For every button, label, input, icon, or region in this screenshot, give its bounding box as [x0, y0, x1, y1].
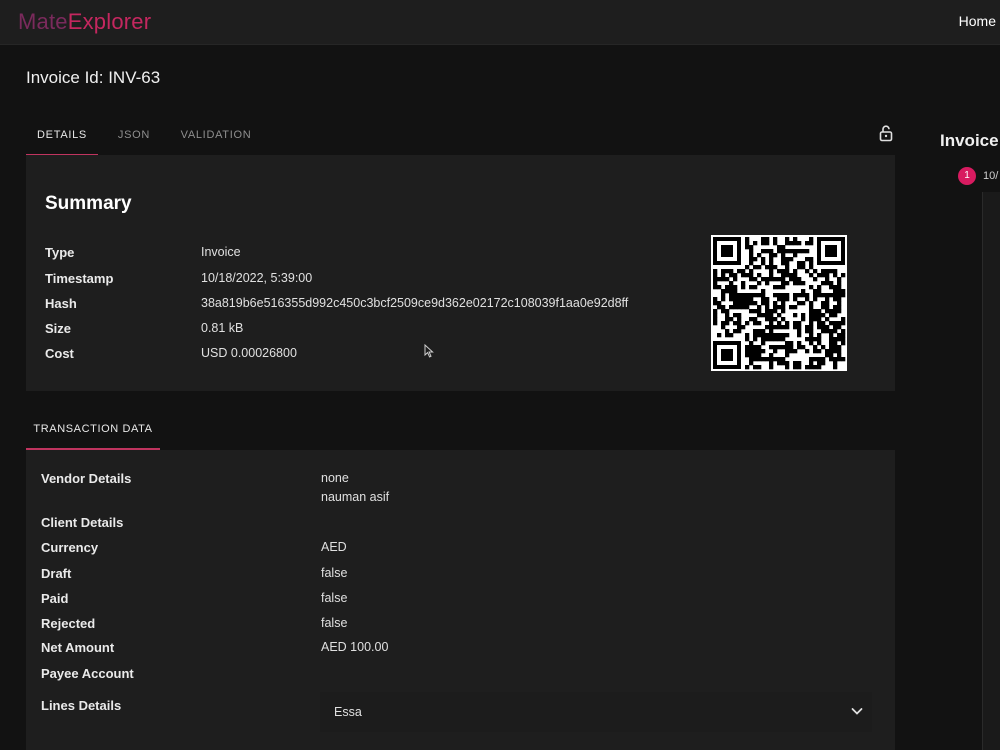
- qr-code: [711, 235, 847, 371]
- tx-key-draft: Draft: [41, 566, 72, 581]
- transaction-panel: Vendor Details none nauman asif Client D…: [26, 450, 895, 750]
- tab-transaction-data[interactable]: TRANSACTION DATA: [26, 412, 160, 450]
- summary-key-size: Size: [45, 321, 72, 336]
- summary-value-cost: USD 0.00026800: [201, 346, 297, 360]
- tx-value-currency: AED: [321, 540, 347, 554]
- logo-part-1: Mate: [18, 9, 68, 34]
- step-text: 10/: [983, 170, 999, 182]
- summary-panel: Summary Type Invoice Timestamp 10/18/202…: [26, 155, 895, 391]
- tx-key-client-details: Client Details: [41, 515, 124, 530]
- right-panel-body: [982, 192, 1000, 750]
- summary-key-hash: Hash: [45, 296, 77, 311]
- tab-json[interactable]: JSON: [114, 118, 154, 154]
- cursor-icon: [424, 343, 434, 363]
- summary-value-timestamp: 10/18/2022, 5:39:00: [201, 271, 313, 285]
- nav-home-link[interactable]: Home: [959, 13, 996, 29]
- lock-icon[interactable]: [877, 124, 895, 142]
- summary-title: Summary: [45, 193, 132, 214]
- summary-key-cost: Cost: [45, 346, 74, 361]
- top-bar: MateExplorer Home: [0, 0, 1000, 45]
- summary-value-type: Invoice: [201, 245, 241, 259]
- tx-value-paid: false: [321, 591, 348, 605]
- summary-value-size: 0.81 kB: [201, 321, 244, 335]
- logo-part-2: Explorer: [67, 9, 152, 34]
- detail-tabs: DETAILS JSON VALIDATION: [26, 118, 586, 156]
- tab-details[interactable]: DETAILS: [26, 118, 98, 156]
- tx-value-vendor-line1: none: [321, 471, 349, 485]
- tx-key-currency: Currency: [41, 540, 99, 555]
- lines-detail-accordion[interactable]: Essa: [320, 692, 872, 732]
- step-badge: 1: [958, 167, 976, 185]
- tx-key-lines-details: Lines Details: [41, 698, 122, 713]
- tx-value-rejected: false: [321, 616, 348, 630]
- chevron-down-icon[interactable]: [850, 704, 864, 723]
- tx-value-vendor-line2: nauman asif: [321, 490, 390, 504]
- tx-key-payee-account: Payee Account: [41, 666, 134, 681]
- summary-key-timestamp: Timestamp: [45, 271, 114, 286]
- tx-value-draft: false: [321, 566, 348, 580]
- tx-key-vendor-details: Vendor Details: [41, 471, 132, 486]
- page-title: Invoice Id: INV-63: [26, 68, 161, 87]
- tx-value-net-amount: AED 100.00: [321, 640, 389, 654]
- app-logo[interactable]: MateExplorer: [18, 9, 151, 35]
- tab-validation[interactable]: VALIDATION: [178, 118, 254, 154]
- tx-key-net-amount: Net Amount: [41, 640, 115, 655]
- summary-key-type: Type: [45, 245, 75, 260]
- tx-key-rejected: Rejected: [41, 616, 96, 631]
- summary-value-hash: 38a819b6e516355d992c450c3bcf2509ce9d362e…: [201, 296, 629, 310]
- tx-key-paid: Paid: [41, 591, 69, 606]
- right-panel-title: Invoice: [940, 131, 999, 150]
- line-item-name: Essa: [334, 705, 362, 719]
